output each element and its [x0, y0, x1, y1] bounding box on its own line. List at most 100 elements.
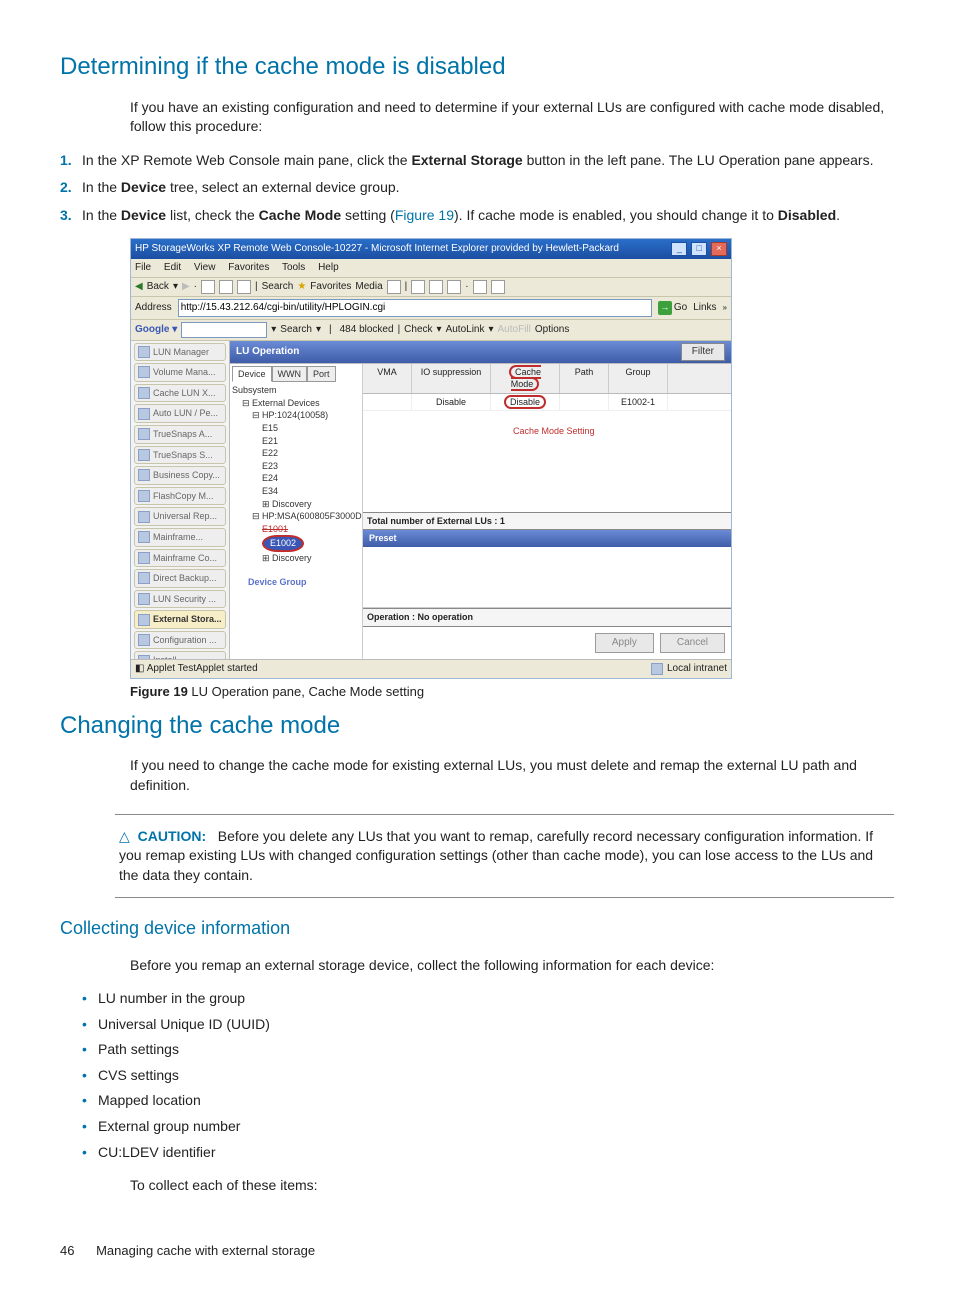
tab-wwn[interactable]: WWN — [272, 366, 308, 383]
sidebar-item-lun-security[interactable]: LUN Security ... — [134, 590, 226, 609]
sidebar-item-flashcopy[interactable]: FlashCopy M... — [134, 487, 226, 506]
google-logo: Google ▾ — [135, 323, 177, 337]
preset-area — [363, 547, 731, 608]
grid-row-1[interactable]: Disable Disable E1002-1 — [363, 394, 731, 412]
col-vma[interactable]: VMA — [363, 364, 412, 393]
stop-icon[interactable] — [201, 280, 215, 294]
sidebar-item-configuration[interactable]: Configuration ... — [134, 631, 226, 650]
tree-e1001[interactable]: E1001 — [262, 523, 360, 536]
tree-e22[interactable]: E22 — [262, 447, 360, 460]
caution-text: Before you delete any LUs that you want … — [119, 828, 873, 883]
caution-block: △ CAUTION: Before you delete any LUs tha… — [115, 814, 894, 899]
tab-port[interactable]: Port — [307, 366, 336, 383]
menu-favorites[interactable]: Favorites — [228, 262, 269, 273]
status-bar: ◧ Applet TestApplet started Local intran… — [131, 659, 731, 678]
col-path[interactable]: Path — [560, 364, 609, 393]
menu-help[interactable]: Help — [318, 262, 339, 273]
applet-area: LUN Manager Volume Mana... Cache LUN X..… — [131, 341, 731, 659]
step3-frag-e: . — [836, 207, 840, 223]
sidebar-item-direct-backup[interactable]: Direct Backup... — [134, 569, 226, 588]
tree-external-devices[interactable]: ⊟ External Devices — [242, 397, 360, 410]
cell-group: E1002-1 — [609, 394, 668, 411]
figure-19-link[interactable]: Figure 19 — [395, 207, 454, 223]
menu-file[interactable]: File — [135, 262, 151, 273]
figure-caption: Figure 19 LU Operation pane, Cache Mode … — [130, 683, 894, 701]
sidebar-item-lun-manager[interactable]: LUN Manager — [134, 343, 226, 362]
filter-button[interactable]: Filter — [681, 343, 725, 361]
tree-e24[interactable]: E24 — [262, 472, 360, 485]
cell-cache: Disable — [491, 394, 560, 411]
history-icon[interactable] — [387, 280, 401, 294]
spell-check-label[interactable]: Check — [404, 323, 432, 337]
step-2: 2. In the Device tree, select an externa… — [60, 178, 894, 198]
device-info-list: LU number in the group Universal Unique … — [82, 989, 894, 1162]
cancel-button[interactable]: Cancel — [660, 633, 725, 653]
favorites-label[interactable]: Favorites — [310, 280, 351, 294]
sidebar-item-truesnaps-a[interactable]: TrueSnaps A... — [134, 425, 226, 444]
lu-operation-header: LU Operation Filter — [230, 341, 731, 363]
tree-root[interactable]: Subsystem — [232, 385, 277, 395]
close-button[interactable]: × — [711, 242, 727, 256]
tree-hp2[interactable]: ⊟ HP:MSA(600805F3000D8... — [252, 510, 360, 523]
tab-device[interactable]: Device — [232, 366, 272, 383]
home-icon[interactable] — [237, 280, 251, 294]
google-search-button[interactable]: Search — [280, 323, 312, 337]
col-group[interactable]: Group — [609, 364, 668, 393]
caution-label: CAUTION: — [138, 828, 206, 844]
options-label[interactable]: Options — [535, 323, 569, 337]
search-label[interactable]: Search — [262, 280, 294, 294]
status-left: ◧ Applet TestApplet started — [135, 662, 258, 676]
menu-tools[interactable]: Tools — [282, 262, 305, 273]
tree-hp1[interactable]: ⊟ HP:1024(10058) — [252, 409, 360, 422]
back-icon[interactable]: ◀ — [135, 280, 143, 294]
sidebar-item-auto-lun[interactable]: Auto LUN / Pe... — [134, 404, 226, 423]
google-search-input[interactable] — [181, 322, 267, 338]
sidebar-item-business-copy[interactable]: Business Copy... — [134, 466, 226, 485]
menu-bar: File Edit View Favorites Tools Help — [131, 259, 731, 278]
lu-operation-label: LU Operation — [236, 345, 299, 359]
sidebar-item-mainframe-a[interactable]: Mainframe... — [134, 528, 226, 547]
step2-bold: Device — [121, 179, 166, 195]
go-button[interactable]: →Go — [658, 301, 687, 315]
tree-discovery-2[interactable]: ⊞ Discovery — [262, 552, 360, 565]
tree-discovery-1[interactable]: ⊞ Discovery — [262, 498, 360, 511]
edit-icon[interactable] — [447, 280, 461, 294]
col-cache-mode[interactable]: Cache Mode — [491, 364, 560, 393]
chapter-title: Managing cache with external storage — [96, 1243, 315, 1258]
collect-outro: To collect each of these items: — [130, 1176, 894, 1196]
step3-frag-c: setting ( — [341, 207, 395, 223]
sidebar-item-install[interactable]: Install — [134, 651, 226, 658]
research-icon[interactable] — [491, 280, 505, 294]
discuss-icon[interactable] — [473, 280, 487, 294]
tree-e15[interactable]: E15 — [262, 422, 360, 435]
maximize-button[interactable]: □ — [691, 242, 707, 256]
right-pane: VMA IO suppression Cache Mode Path Group… — [363, 364, 731, 659]
sidebar-item-external-stora[interactable]: External Stora... — [134, 610, 226, 629]
address-input[interactable] — [178, 299, 652, 317]
intro-paragraph-a: If you have an existing configuration an… — [130, 98, 894, 137]
screenshot-figure: HP StorageWorks XP Remote Web Console-10… — [130, 238, 732, 679]
tree-e21[interactable]: E21 — [262, 435, 360, 448]
print-icon[interactable] — [429, 280, 443, 294]
autolink-label[interactable]: AutoLink — [446, 323, 485, 337]
sidebar-item-universal-rep[interactable]: Universal Rep... — [134, 507, 226, 526]
menu-view[interactable]: View — [194, 262, 216, 273]
back-label[interactable]: Back — [147, 280, 169, 294]
collect-intro: Before you remap an external storage dev… — [130, 956, 894, 976]
tree-e23[interactable]: E23 — [262, 460, 360, 473]
col-io-suppression[interactable]: IO suppression — [412, 364, 491, 393]
links-label[interactable]: Links — [693, 301, 716, 315]
refresh-icon[interactable] — [219, 280, 233, 294]
page-number: 46 — [60, 1243, 74, 1258]
menu-edit[interactable]: Edit — [164, 262, 181, 273]
media-label[interactable]: Media — [355, 280, 382, 294]
tree-e34[interactable]: E34 — [262, 485, 360, 498]
sidebar-item-mainframe-co[interactable]: Mainframe Co... — [134, 549, 226, 568]
mail-icon[interactable] — [411, 280, 425, 294]
sidebar-item-cache-lun[interactable]: Cache LUN X... — [134, 384, 226, 403]
sidebar-item-truesnaps-s[interactable]: TrueSnaps S... — [134, 446, 226, 465]
apply-button[interactable]: Apply — [595, 633, 654, 653]
tree-e1002-selected[interactable]: E1002 — [262, 535, 360, 552]
sidebar-item-volume-mgr[interactable]: Volume Mana... — [134, 363, 226, 382]
minimize-button[interactable]: _ — [671, 242, 687, 256]
